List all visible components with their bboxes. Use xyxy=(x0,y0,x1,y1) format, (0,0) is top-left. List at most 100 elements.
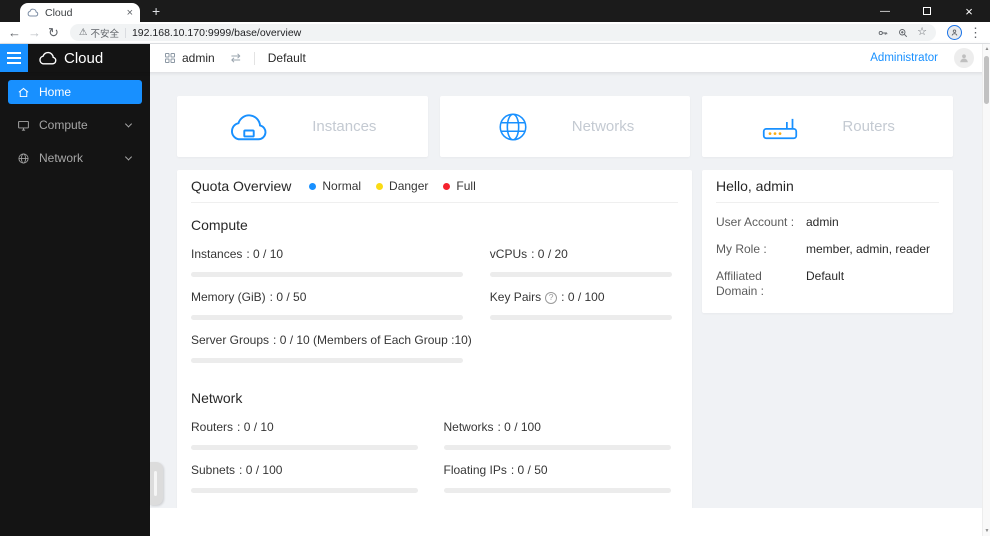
profile-row-label: My Role : xyxy=(716,242,767,256)
browser-menu-icon[interactable]: ⋮ xyxy=(969,26,982,39)
omnibox-separator xyxy=(124,27,126,38)
quota-progress-track xyxy=(191,358,464,363)
card-label: Routers xyxy=(842,118,895,135)
quota-item-label: Memory (GiB) : 0 / 50 xyxy=(191,289,472,306)
profile-row: Affiliated Domain : Default xyxy=(716,269,939,299)
quota-title: Quota Overview xyxy=(191,178,292,194)
profile-row: User Account : admin xyxy=(716,215,939,230)
maximize-icon xyxy=(923,7,931,15)
quota-progress-track xyxy=(489,272,673,277)
tab-title: Cloud xyxy=(45,6,73,19)
app-header: Cloud admin ⇄ Default Administrator xyxy=(0,44,990,72)
instances-card[interactable]: Instances xyxy=(177,96,428,157)
minimize-button[interactable]: — xyxy=(864,0,906,22)
section-title-compute: Compute xyxy=(191,217,248,233)
browser-tab[interactable]: Cloud × xyxy=(20,3,140,22)
scrollbar[interactable]: ▲ ▼ xyxy=(982,44,990,536)
profile-row-label: User Account : xyxy=(716,215,795,229)
url-text[interactable]: 192.168.10.170:9999/base/overview xyxy=(132,27,871,39)
quota-progress-track xyxy=(191,445,419,450)
profile-row: My Role : member, admin, reader xyxy=(716,242,939,257)
sidebar-item-network[interactable]: Network xyxy=(8,146,142,170)
tab-favicon-cloud-icon xyxy=(27,8,39,17)
omnibox-actions: ☆ xyxy=(877,27,927,39)
network-quota-grid: Routers : 0 / 10 Networks : 0 / 100 Subn… xyxy=(191,419,678,508)
quota-item-name: Floating IPs xyxy=(443,463,507,477)
user-profile-card: Hello, admin User Account : admin My Rol… xyxy=(702,170,953,313)
quota-item-value: : 0 / 100 xyxy=(497,420,541,434)
content-row: Quota Overview Normal Danger Full Comput… xyxy=(177,170,953,508)
sidebar-item-label: Compute xyxy=(39,118,88,132)
scroll-up-icon[interactable]: ▲ xyxy=(983,46,990,52)
bookmark-star-icon[interactable]: ☆ xyxy=(917,27,927,38)
quota-item-label: Floating IPs : 0 / 50 xyxy=(444,462,679,479)
quota-item-name: Ports xyxy=(191,505,219,508)
networks-globe-icon xyxy=(499,112,527,141)
browser-toolbar: ← → ↻ ⚠ 不安全 192.168.10.170:9999/base/ove… xyxy=(0,22,990,44)
quota-progress-track xyxy=(191,272,464,277)
profile-row-value: member, admin, reader xyxy=(806,242,931,256)
legend-item: Normal xyxy=(309,179,361,193)
instances-cloud-icon xyxy=(231,113,267,140)
quota-progress-track xyxy=(443,488,671,493)
back-icon[interactable]: ← xyxy=(8,26,21,39)
quota-item-label: Key Pairs : 0 / 100 xyxy=(490,289,678,306)
address-bar[interactable]: ⚠ 不安全 192.168.10.170:9999/base/overview … xyxy=(69,24,936,41)
switch-project-icon[interactable]: ⇄ xyxy=(231,51,241,65)
quota-item-label: Routers : 0 / 10 xyxy=(191,419,426,436)
app-logo[interactable]: Cloud xyxy=(28,44,150,72)
profile-greeting: Hello, admin xyxy=(716,178,794,194)
quota-item: Ports : 0 / 500 xyxy=(191,505,426,508)
domain-name: Default xyxy=(267,51,306,65)
zoom-icon[interactable] xyxy=(897,27,909,39)
legend-dot-icon xyxy=(309,182,317,190)
warning-icon: ⚠ xyxy=(78,27,88,38)
quota-item-value: : 0 / 100 xyxy=(239,463,283,477)
administrator-link[interactable]: Administrator xyxy=(870,52,938,64)
quota-item-name: Routers xyxy=(191,420,234,434)
quota-item: Key Pairs : 0 / 100 xyxy=(489,289,678,320)
quota-item-label: Subnets : 0 / 100 xyxy=(191,462,426,479)
quota-item-value: : 0 / 50 xyxy=(510,463,548,477)
card-label: Instances xyxy=(312,118,377,135)
profile-card-header: Hello, admin xyxy=(716,170,939,203)
networks-card[interactable]: Networks xyxy=(439,96,691,157)
quota-item-label: Networks : 0 / 100 xyxy=(444,419,679,436)
reload-icon[interactable]: ↻ xyxy=(48,26,59,39)
scroll-down-icon[interactable]: ▼ xyxy=(983,528,990,534)
sidebar-item-home[interactable]: Home xyxy=(8,80,142,104)
project-selector[interactable]: admin xyxy=(164,51,215,65)
quota-item: Instances : 0 / 10 xyxy=(191,246,472,277)
app-logo-text: Cloud xyxy=(64,49,104,67)
browser-profile-avatar[interactable] xyxy=(947,25,962,40)
app-body: Home Compute Network Instances Networks … xyxy=(0,72,990,536)
help-circle-icon[interactable] xyxy=(545,291,558,304)
close-button[interactable]: × xyxy=(948,0,990,22)
quota-item: Memory (GiB) : 0 / 50 xyxy=(191,289,472,320)
new-tab-button[interactable]: + xyxy=(152,0,160,22)
person-icon xyxy=(960,54,968,63)
profile-row-value: admin xyxy=(806,215,839,229)
collapsed-drawer-handle[interactable] xyxy=(150,462,163,505)
user-avatar[interactable] xyxy=(954,48,974,68)
sidebar-item-compute[interactable]: Compute xyxy=(8,113,142,137)
profile-row-label: Affiliated Domain : xyxy=(716,269,765,298)
hamburger-menu-icon[interactable] xyxy=(0,44,28,72)
quota-item-name: Security Groups xyxy=(444,505,530,508)
routers-card[interactable]: Routers xyxy=(702,96,954,157)
scrollbar-thumb[interactable] xyxy=(984,56,989,104)
legend-item: Full xyxy=(443,179,476,193)
password-key-icon[interactable] xyxy=(877,27,889,39)
legend-dot-icon xyxy=(443,182,451,190)
project-grid-icon xyxy=(165,53,175,63)
header-divider xyxy=(253,51,255,65)
main-content: Instances Networks Routers Quota Overvie… xyxy=(150,72,990,508)
security-label: 不安全 xyxy=(90,28,119,40)
security-warning[interactable]: ⚠ 不安全 xyxy=(79,26,119,40)
tab-close-icon[interactable]: × xyxy=(127,7,133,19)
quota-item-name: Subnets xyxy=(191,463,236,477)
quota-item-value: : 0 / 50 xyxy=(269,290,307,304)
forward-icon[interactable]: → xyxy=(28,26,41,39)
sidebar-item-label: Network xyxy=(39,151,84,165)
maximize-button[interactable] xyxy=(906,0,948,22)
